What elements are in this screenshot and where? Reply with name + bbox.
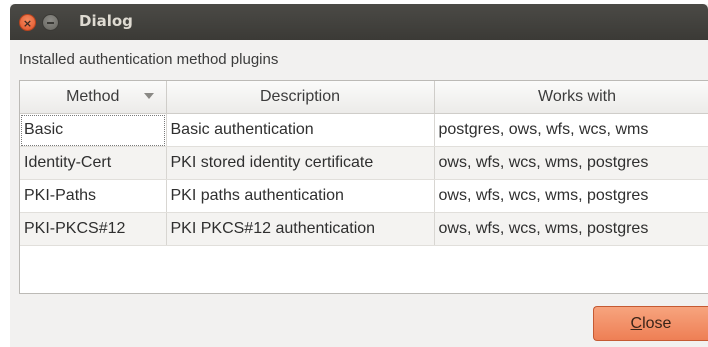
cell-description[interactable]: PKI paths authentication xyxy=(166,179,435,213)
column-header-description[interactable]: Description xyxy=(166,81,435,114)
close-button-label: lose xyxy=(642,315,672,332)
table-header-row: Method Description Works with xyxy=(20,81,708,114)
close-button[interactable]: Close xyxy=(593,306,708,341)
cell-works-with[interactable]: postgres, ows, wfs, wcs, wms xyxy=(434,113,708,147)
window-minimize-icon[interactable] xyxy=(42,14,59,31)
dialog-window: × Dialog Installed authentication method… xyxy=(10,4,708,347)
cell-works-with[interactable]: ows, wfs, wcs, wms, postgres xyxy=(434,146,708,180)
cell-method[interactable]: Identity-Cert xyxy=(20,146,167,180)
cell-description[interactable]: PKI PKCS#12 authentication xyxy=(166,212,435,246)
cell-description[interactable]: PKI stored identity certificate xyxy=(166,146,435,180)
cell-method[interactable]: Basic xyxy=(20,113,167,147)
cell-method[interactable]: PKI-PKCS#12 xyxy=(20,212,167,246)
column-header-label: Description xyxy=(259,88,341,105)
table-row[interactable]: PKI-Paths PKI paths authentication ows, … xyxy=(20,179,708,213)
title-bar: × Dialog xyxy=(10,4,708,40)
window-title: Dialog xyxy=(79,12,133,30)
cell-works-with[interactable]: ows, wfs, wcs, wms, postgres xyxy=(434,212,708,246)
column-header-label: Method xyxy=(66,88,120,105)
column-header-label: Works with xyxy=(538,88,616,105)
cell-description[interactable]: Basic authentication xyxy=(166,113,435,147)
window-close-icon[interactable]: × xyxy=(19,14,36,31)
plugins-table[interactable]: Method Description Works with Basic Basi… xyxy=(19,80,708,294)
column-header-method[interactable]: Method xyxy=(20,81,167,114)
close-button-mnemonic: C xyxy=(630,315,643,332)
table-row[interactable]: Identity-Cert PKI stored identity certif… xyxy=(20,146,708,180)
cell-works-with[interactable]: ows, wfs, wcs, wms, postgres xyxy=(434,179,708,213)
cell-method[interactable]: PKI-Paths xyxy=(20,179,167,213)
plugins-heading: Installed authentication method plugins xyxy=(19,51,279,68)
sort-descending-icon xyxy=(143,93,154,99)
column-header-works-with[interactable]: Works with xyxy=(434,81,708,114)
table-row[interactable]: PKI-PKCS#12 PKI PKCS#12 authentication o… xyxy=(20,212,708,246)
table-row[interactable]: Basic Basic authentication postgres, ows… xyxy=(20,113,708,147)
